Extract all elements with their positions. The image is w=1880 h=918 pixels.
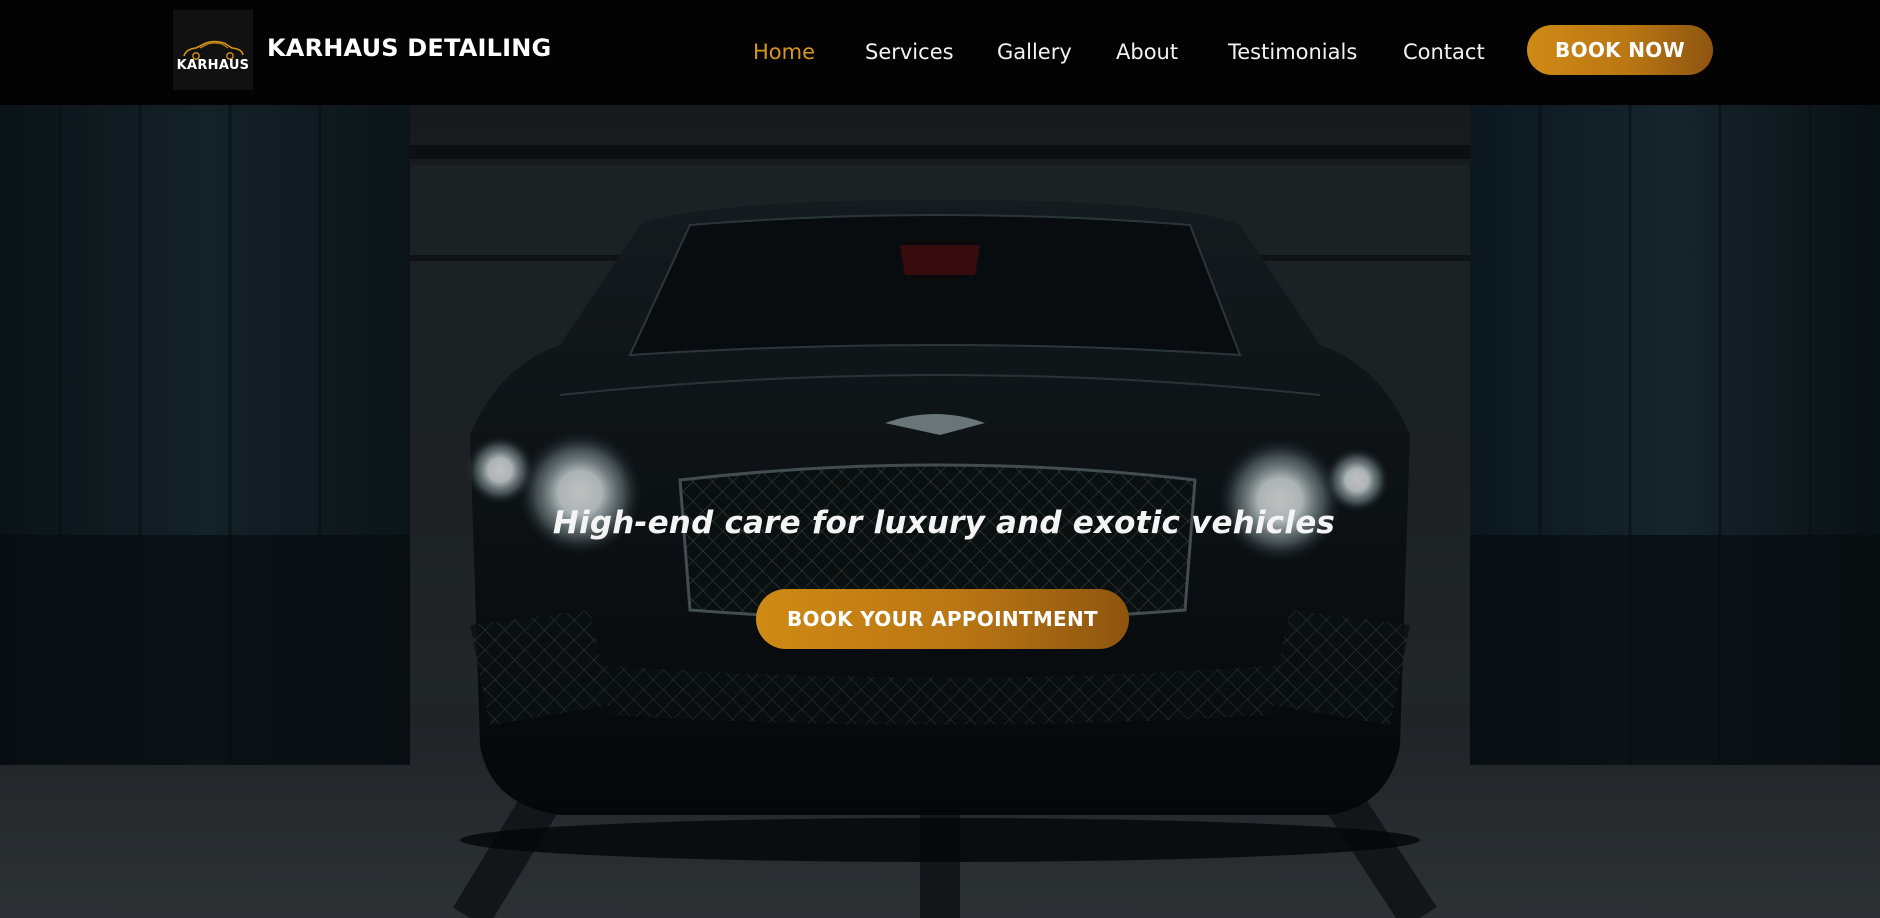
brand-name[interactable]: KARHAUS DETAILING <box>267 34 551 62</box>
nav-home[interactable]: Home <box>753 40 815 64</box>
hero-section: High-end care for luxury and exotic vehi… <box>0 105 1880 918</box>
book-now-button[interactable]: BOOK NOW <box>1527 25 1713 75</box>
book-appointment-button[interactable]: BOOK YOUR APPOINTMENT <box>756 589 1129 649</box>
hero-tagline: High-end care for luxury and exotic vehi… <box>552 505 1336 541</box>
nav-contact[interactable]: Contact <box>1403 40 1485 64</box>
nav-gallery[interactable]: Gallery <box>997 40 1072 64</box>
nav-about[interactable]: About <box>1116 40 1178 64</box>
nav-testimonials[interactable]: Testimonials <box>1228 40 1357 64</box>
site-header: KARHAUS KARHAUS DETAILING Home Services … <box>0 0 1880 105</box>
nav-services[interactable]: Services <box>865 40 954 64</box>
logo[interactable]: KARHAUS <box>173 10 253 90</box>
logo-text: KARHAUS <box>176 57 250 73</box>
